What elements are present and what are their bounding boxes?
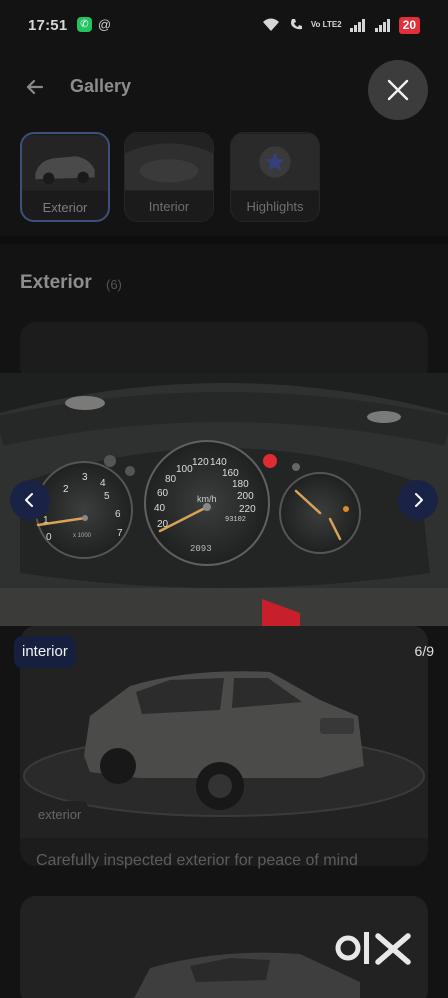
previous-photo-button[interactable] (10, 480, 50, 520)
speedo-tick: 100 (176, 464, 193, 475)
close-icon (387, 79, 409, 101)
signal-icon-2 (374, 19, 390, 32)
olx-logo (335, 932, 411, 965)
tacho-tick: 2 (63, 484, 69, 495)
speedo-unit: km/h (197, 494, 217, 504)
close-button[interactable] (368, 60, 428, 120)
chevron-left-icon (25, 493, 33, 507)
next-photo-button[interactable] (398, 480, 438, 520)
tacho-tick: 6 (115, 509, 121, 520)
speedo-tick: 180 (232, 479, 249, 490)
tacho-tick: 5 (104, 491, 110, 502)
card-caption: Carefully inspected exterior for peace o… (36, 852, 358, 869)
svg-text:2093: 2093 (190, 544, 212, 554)
status-bar: 17:51 ✆ @ Vo LTE2 20 (0, 0, 448, 52)
call-icon (290, 19, 302, 30)
speedo-tick: 80 (165, 474, 177, 485)
notification-icon: @ (97, 17, 112, 32)
speedo-tick: 160 (222, 468, 239, 479)
exterior-tag: exterior (31, 801, 89, 829)
exterior-thumbnail (22, 135, 108, 191)
tacho-tick: 3 (82, 472, 88, 483)
arrow-left-icon[interactable] (22, 74, 48, 100)
signal-icon (349, 19, 365, 32)
speedo-tick: 220 (239, 504, 256, 515)
battery-badge: 20 (398, 16, 420, 34)
speedo-tick: 40 (154, 503, 166, 514)
network-label: Vo LTE2 (310, 20, 342, 29)
status-indicators: Vo LTE2 20 (261, 14, 420, 36)
dashboard-photo: 2093 (0, 373, 448, 626)
tacho-tick: 7 (117, 528, 123, 539)
highlights-thumbnail (231, 133, 319, 191)
speedo-tick: 120 (192, 457, 209, 468)
tacho-tick: 0 (46, 532, 52, 543)
tab-exterior[interactable]: Exterior (20, 132, 110, 222)
wifi-icon (262, 18, 279, 31)
tab-label: Interior (148, 199, 190, 214)
status-time: 17:51 (28, 17, 68, 34)
tab-highlights[interactable]: Highlights (230, 132, 320, 222)
tab-interior[interactable]: Interior (124, 132, 214, 222)
gallery-photo[interactable]: 2093 0 1 2 3 4 5 6 7 x 1000 20 40 60 80 … (0, 373, 448, 626)
photo-counter: 6/9 (414, 643, 434, 659)
interior-thumbnail (125, 133, 213, 191)
gallery-card[interactable] (20, 626, 428, 866)
chevron-right-icon (415, 493, 423, 507)
page-title: Gallery (70, 76, 132, 96)
tacho-unit: x 1000 (73, 533, 92, 539)
tab-label: Exterior (42, 200, 88, 215)
whatsapp-icon: ✆ (77, 17, 92, 32)
photo-category-badge: interior (14, 636, 76, 668)
section-count: (6) (106, 277, 122, 292)
odometer: 93102 (225, 516, 247, 524)
speedo-tick: 20 (157, 519, 169, 530)
section-title: Exterior (20, 272, 92, 293)
section-divider (0, 236, 448, 244)
speedo-tick: 60 (157, 488, 169, 499)
tab-label: Highlights (246, 199, 304, 214)
tacho-tick: 4 (100, 478, 106, 489)
speedo-tick: 200 (237, 491, 254, 502)
tacho-tick: 1 (43, 515, 49, 526)
speedo-tick: 140 (210, 457, 227, 468)
